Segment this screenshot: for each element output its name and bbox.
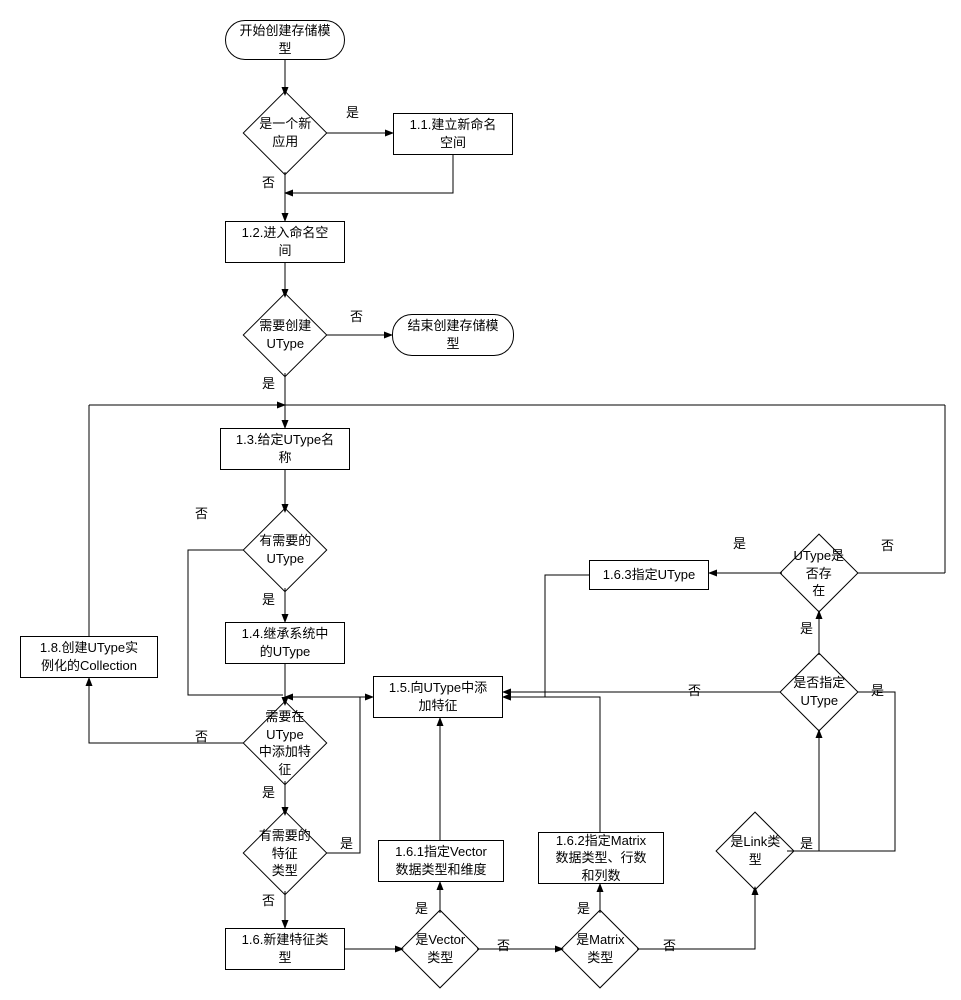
decision-add-feature-text: 需要在UType中添加特征	[256, 708, 314, 778]
decision-has-utype-text: 有需要的UType	[256, 532, 314, 567]
label-no: 否	[663, 935, 676, 954]
label-no: 否	[195, 726, 208, 745]
label-yes: 是	[262, 373, 275, 392]
decision-is-link-text: 是Link类型	[728, 833, 782, 868]
decision-utype-exists: UType是否存在	[779, 533, 858, 612]
decision-add-feature: 需要在UType中添加特征	[243, 701, 328, 786]
process-1-6-2: 1.6.2指定Matrix数据类型、行数和列数	[538, 832, 664, 884]
label-no: 否	[688, 680, 701, 699]
decision-has-ftype: 有需要的特征类型	[243, 811, 328, 896]
label-yes: 是	[262, 589, 275, 608]
process-1-3: 1.3.给定UType名称	[220, 428, 350, 470]
process-1-6-3-text: 1.6.3指定UType	[603, 566, 696, 584]
decision-is-link: 是Link类型	[715, 811, 794, 890]
decision-is-matrix: 是Matrix类型	[560, 909, 639, 988]
decision-new-app: 是一个新应用	[243, 91, 328, 176]
decision-assign-utype-text: 是否指定UType	[792, 674, 846, 709]
process-1-6-text: 1.6.新建特征类型	[242, 931, 329, 966]
label-yes: 是	[262, 782, 275, 801]
decision-assign-utype: 是否指定UType	[779, 652, 858, 731]
label-yes: 是	[415, 898, 428, 917]
start-terminal: 开始创建存储模型	[225, 20, 345, 60]
process-1-1-text: 1.1.建立新命名空间	[410, 116, 497, 151]
process-1-5-text: 1.5.向UType中添加特征	[389, 679, 487, 714]
label-no: 否	[262, 890, 275, 909]
label-no: 否	[497, 935, 510, 954]
end-terminal: 结束创建存储模型	[392, 314, 514, 356]
label-yes: 是	[800, 618, 813, 637]
label-yes: 是	[800, 833, 813, 852]
label-yes: 是	[871, 680, 884, 699]
decision-is-matrix-text: 是Matrix类型	[573, 931, 627, 966]
process-1-1: 1.1.建立新命名空间	[393, 113, 513, 155]
label-yes: 是	[733, 533, 746, 552]
process-1-6-2-text: 1.6.2指定Matrix数据类型、行数和列数	[555, 832, 646, 885]
decision-new-app-text: 是一个新应用	[256, 115, 314, 150]
decision-is-vector-text: 是Vector类型	[413, 931, 467, 966]
label-yes: 是	[577, 898, 590, 917]
start-text: 开始创建存储模型	[239, 22, 330, 57]
process-1-6: 1.6.新建特征类型	[225, 928, 345, 970]
label-no: 否	[195, 503, 208, 522]
process-1-4: 1.4.继承系统中的UType	[225, 622, 345, 664]
label-yes: 是	[340, 833, 353, 852]
process-1-5: 1.5.向UType中添加特征	[373, 676, 503, 718]
end-text: 结束创建存储模型	[407, 317, 498, 352]
process-1-6-3: 1.6.3指定UType	[589, 560, 709, 590]
decision-has-utype: 有需要的UType	[243, 508, 328, 593]
decision-need-utype: 需要创建UType	[243, 293, 328, 378]
decision-utype-exists-text: UType是否存在	[792, 547, 846, 600]
decision-is-vector: 是Vector类型	[400, 909, 479, 988]
label-yes: 是	[346, 102, 359, 121]
label-no: 否	[262, 172, 275, 191]
label-no: 否	[881, 535, 894, 554]
decision-has-ftype-text: 有需要的特征类型	[256, 827, 314, 880]
process-1-3-text: 1.3.给定UType名称	[236, 431, 334, 466]
process-1-4-text: 1.4.继承系统中的UType	[242, 625, 329, 660]
process-1-6-1: 1.6.1指定Vector数据类型和维度	[378, 840, 504, 882]
process-1-2-text: 1.2.进入命名空间	[242, 224, 329, 259]
process-1-8-text: 1.8.创建UType实例化的Collection	[40, 639, 138, 674]
label-no: 否	[350, 306, 363, 325]
process-1-6-1-text: 1.6.1指定Vector数据类型和维度	[395, 843, 487, 878]
decision-need-utype-text: 需要创建UType	[256, 317, 314, 352]
process-1-8: 1.8.创建UType实例化的Collection	[20, 636, 158, 678]
process-1-2: 1.2.进入命名空间	[225, 221, 345, 263]
